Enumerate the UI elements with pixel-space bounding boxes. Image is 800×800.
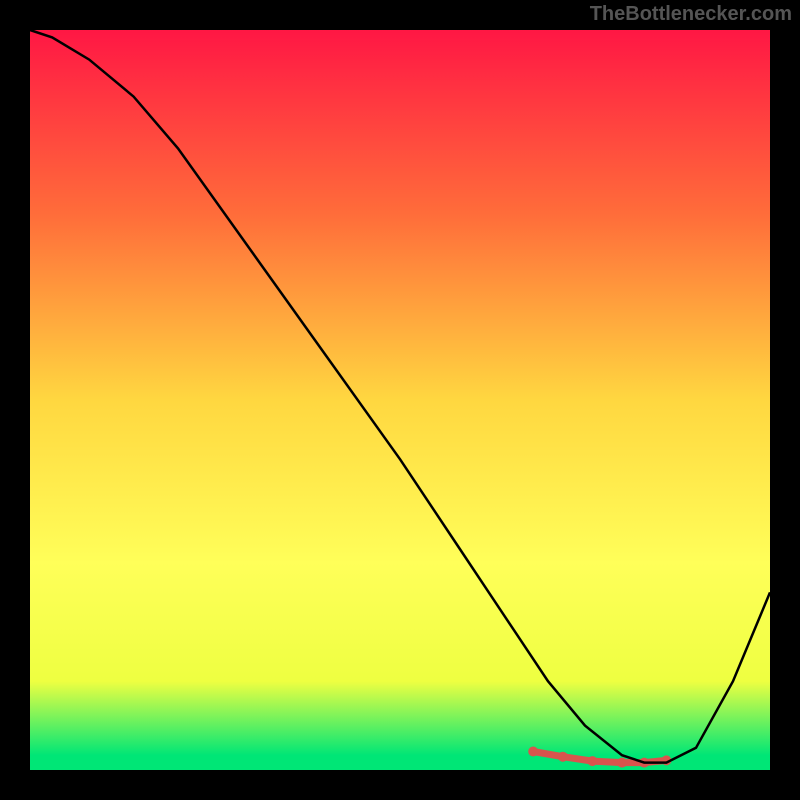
chart-svg: [30, 30, 770, 770]
gradient-background: [30, 30, 770, 770]
watermark-text: TheBottlenecker.com: [590, 3, 792, 26]
chart-plot-area: [30, 30, 770, 770]
